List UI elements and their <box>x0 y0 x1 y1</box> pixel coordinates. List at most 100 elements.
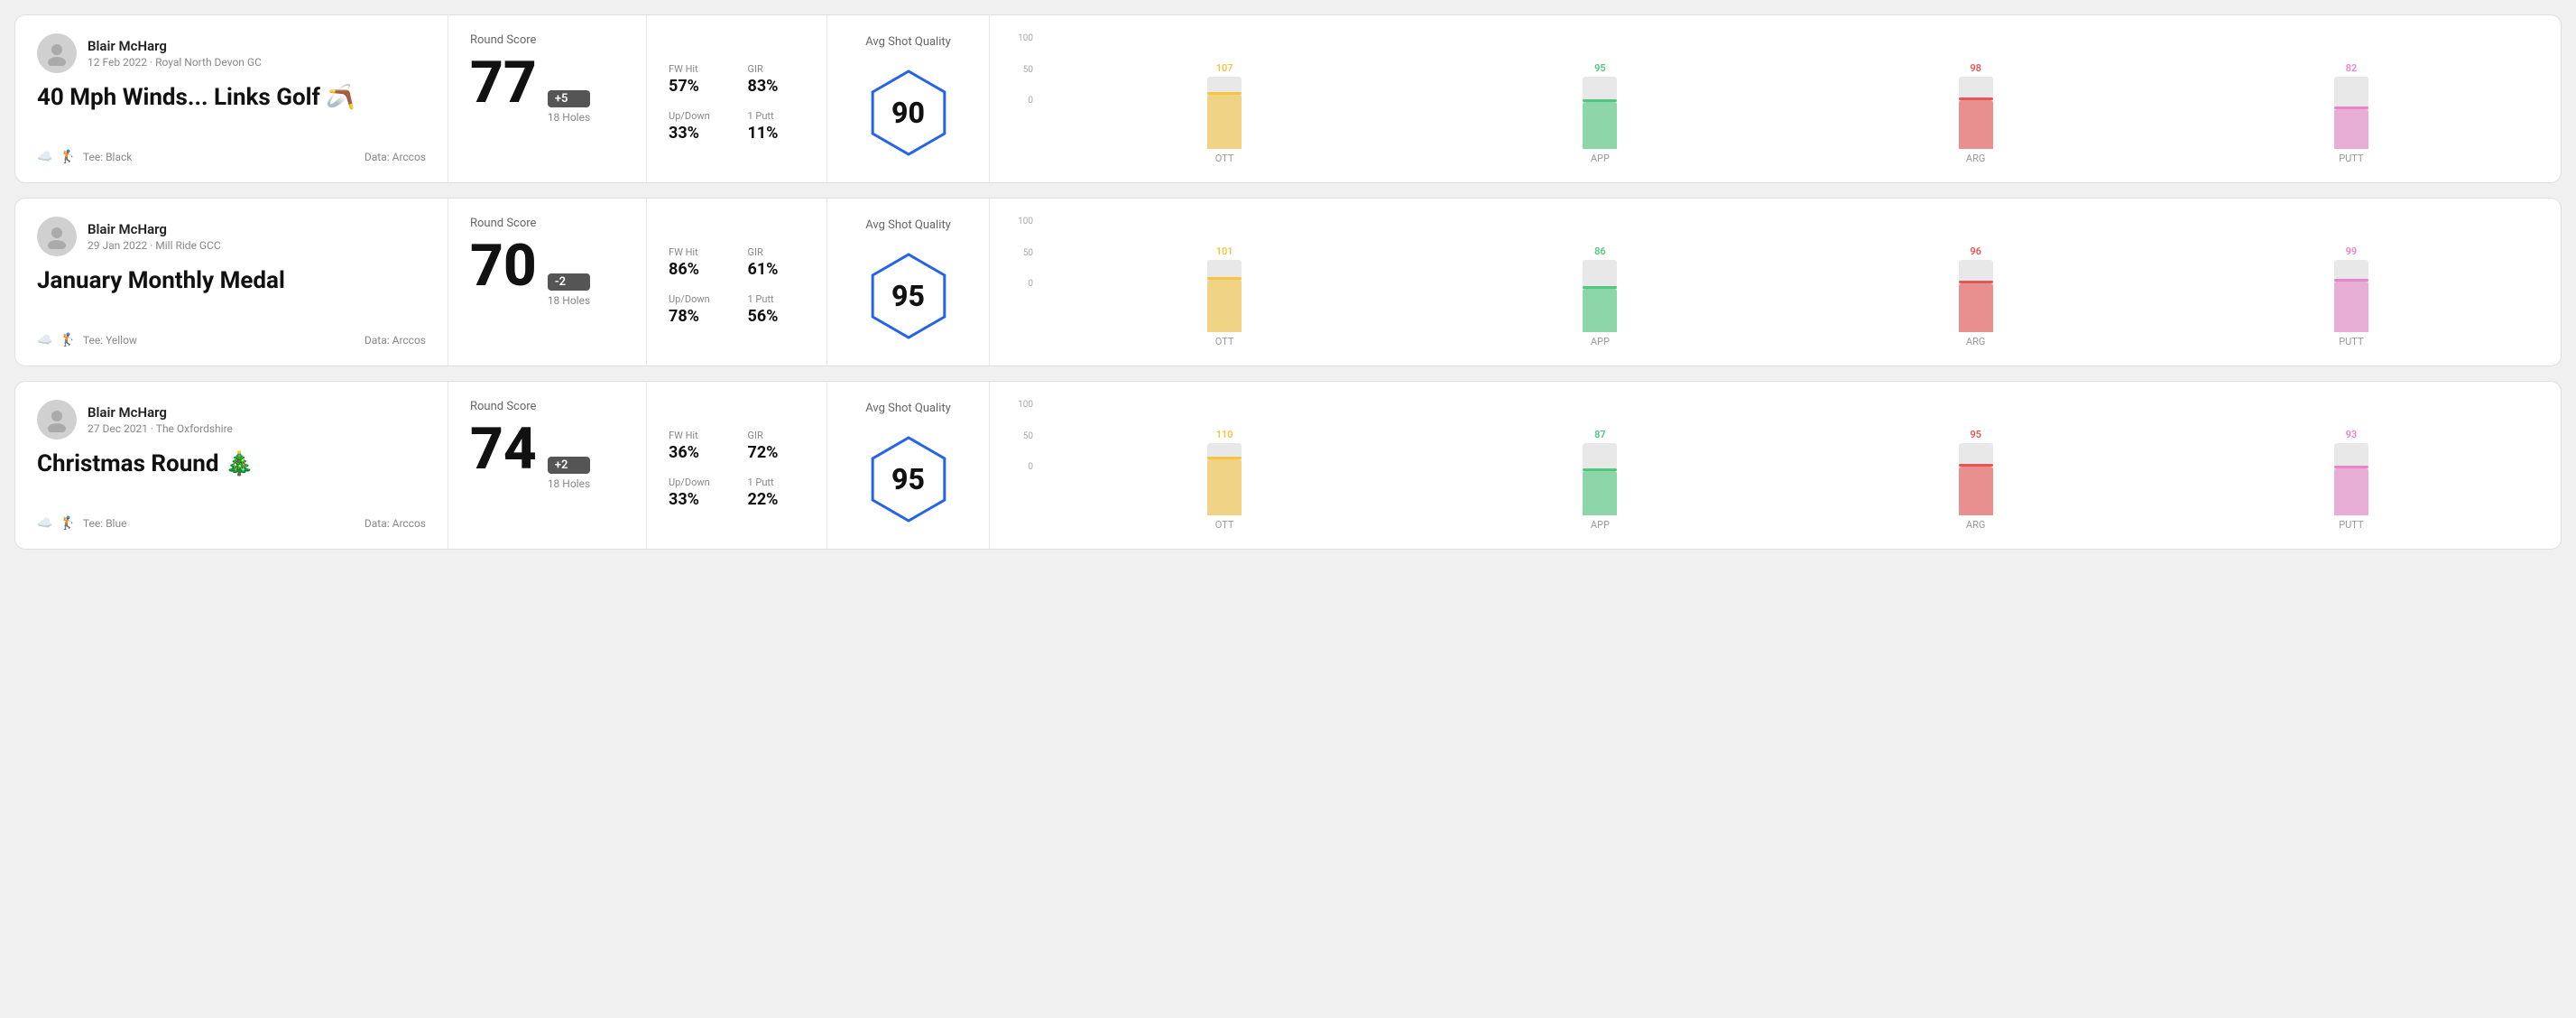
data-source: Data: Arccos <box>365 517 426 530</box>
card-footer: ☁️ 🏌️ Tee: Blue Data: Arccos <box>37 516 426 531</box>
weather-icon: ☁️ <box>37 333 52 347</box>
gir-value: 83% <box>748 77 806 96</box>
user-row: Blair McHarg 27 Dec 2021 · The Oxfordshi… <box>37 400 426 440</box>
bar-value: 98 <box>1970 62 1981 74</box>
bar-background <box>1207 443 1242 515</box>
x-label: APP <box>1412 336 1787 347</box>
bar-fill <box>1583 471 1617 515</box>
bar-group: 95 <box>1412 62 1787 149</box>
tee-info: ☁️ 🏌️ Tee: Black <box>37 150 132 164</box>
bar-value: 99 <box>2346 245 2358 257</box>
updown-label: Up/Down <box>669 477 726 488</box>
bar-line <box>2334 106 2368 109</box>
hexagon-container: 95 <box>859 430 958 529</box>
card-quality: Avg Shot Quality 95 <box>827 382 990 549</box>
bar-line <box>1959 281 1993 283</box>
bar-fill <box>1583 102 1617 149</box>
avatar <box>37 33 77 73</box>
score-row: 77 +5 18 Holes <box>470 54 624 124</box>
hex-score: 90 <box>891 96 925 130</box>
bar-background <box>1959 443 1993 515</box>
card-middle: Round Score 74 +2 18 Holes <box>448 382 647 549</box>
updown-stat: Up/Down 33% <box>669 110 726 143</box>
tee-label: Tee: Black <box>83 151 132 163</box>
quality-label: Avg Shot Quality <box>865 218 951 232</box>
bar-background <box>1207 260 1242 332</box>
holes-label: 18 Holes <box>548 111 590 124</box>
x-axis-labels: OTTAPPARGPUTT <box>1037 153 2539 164</box>
bar-group: 95 <box>1788 429 2164 515</box>
bar-fill <box>2334 109 2368 149</box>
card-left: Blair McHarg 12 Feb 2022 · Royal North D… <box>15 15 448 182</box>
bar-value: 95 <box>1594 62 1606 74</box>
y-axis: 100 50 0 <box>1011 33 1037 106</box>
user-info: Blair McHarg 29 Jan 2022 · Mill Ride GCC <box>88 221 221 252</box>
bar-fill <box>2334 468 2368 515</box>
bar-background <box>2334 443 2368 515</box>
score-badge: -2 <box>548 273 590 291</box>
bar-value: 101 <box>1216 245 1233 257</box>
bar-background <box>1959 260 1993 332</box>
bar-background <box>1959 77 1993 149</box>
hex-score: 95 <box>891 462 925 496</box>
round-title: January Monthly Medal <box>37 267 426 294</box>
x-label: PUTT <box>2164 336 2539 347</box>
bar-line <box>1583 99 1617 102</box>
user-name: Blair McHarg <box>88 221 221 237</box>
card-stats: FW Hit 86% GIR 61% Up/Down 78% 1 Putt 56… <box>647 199 827 366</box>
bar-background <box>1583 443 1617 515</box>
bar-value: 95 <box>1970 429 1981 440</box>
bar-group: 87 <box>1412 429 1787 515</box>
bar-group: 86 <box>1412 245 1787 332</box>
fw-hit-value: 86% <box>669 260 726 279</box>
score-badge-col: +5 18 Holes <box>548 90 590 124</box>
oneputt-label: 1 Putt <box>748 110 806 122</box>
stats-grid: FW Hit 57% GIR 83% Up/Down 33% 1 Putt 11… <box>669 63 805 143</box>
user-info: Blair McHarg 27 Dec 2021 · The Oxfordshi… <box>88 404 233 435</box>
gir-value: 72% <box>748 443 806 462</box>
user-row: Blair McHarg 29 Jan 2022 · Mill Ride GCC <box>37 217 426 256</box>
card-chart: 100 50 0 110 87 <box>990 382 2561 549</box>
bar-fill <box>1207 459 1242 515</box>
x-label: OTT <box>1037 153 1412 164</box>
oneputt-label: 1 Putt <box>748 477 806 488</box>
bar-fill <box>1583 289 1617 332</box>
card-left: Blair McHarg 27 Dec 2021 · The Oxfordshi… <box>15 382 448 549</box>
card-chart: 100 50 0 107 95 <box>990 15 2561 182</box>
round-title: Christmas Round 🎄 <box>37 450 426 477</box>
x-label: ARG <box>1788 336 2164 347</box>
data-source: Data: Arccos <box>365 151 426 163</box>
x-label: APP <box>1412 519 1787 531</box>
gir-stat: GIR 83% <box>748 63 806 96</box>
x-label: OTT <box>1037 519 1412 531</box>
x-axis-labels: OTTAPPARGPUTT <box>1037 336 2539 347</box>
bar-group: 82 <box>2164 62 2539 149</box>
y-axis: 100 50 0 <box>1011 217 1037 289</box>
bar-line <box>2334 279 2368 282</box>
bar-group: 110 <box>1037 429 1412 515</box>
bar-fill <box>1959 100 1993 149</box>
hexagon-container: 90 <box>859 63 958 162</box>
card-footer: ☁️ 🏌️ Tee: Yellow Data: Arccos <box>37 333 426 347</box>
stats-grid: FW Hit 86% GIR 61% Up/Down 78% 1 Putt 56… <box>669 246 805 326</box>
card-quality: Avg Shot Quality 95 <box>827 199 990 366</box>
score-badge-col: +2 18 Holes <box>548 457 590 490</box>
bar-fill <box>1959 467 1993 515</box>
data-source: Data: Arccos <box>365 334 426 347</box>
bar-fill <box>1207 280 1242 332</box>
oneputt-label: 1 Putt <box>748 293 806 305</box>
bar-line <box>1959 97 1993 100</box>
bag-icon: 🏌️ <box>60 150 75 164</box>
chart-area: 100 50 0 101 86 <box>1011 217 2539 347</box>
user-row: Blair McHarg 12 Feb 2022 · Royal North D… <box>37 33 426 73</box>
user-name: Blair McHarg <box>88 38 262 54</box>
user-name: Blair McHarg <box>88 404 233 421</box>
updown-value: 33% <box>669 124 726 143</box>
tee-label: Tee: Yellow <box>83 334 137 347</box>
bar-group: 101 <box>1037 245 1412 332</box>
gir-label: GIR <box>748 246 806 258</box>
score-badge-col: -2 18 Holes <box>548 273 590 307</box>
card-middle: Round Score 77 +5 18 Holes <box>448 15 647 182</box>
big-score: 70 <box>470 237 537 295</box>
tee-label: Tee: Blue <box>83 517 127 530</box>
